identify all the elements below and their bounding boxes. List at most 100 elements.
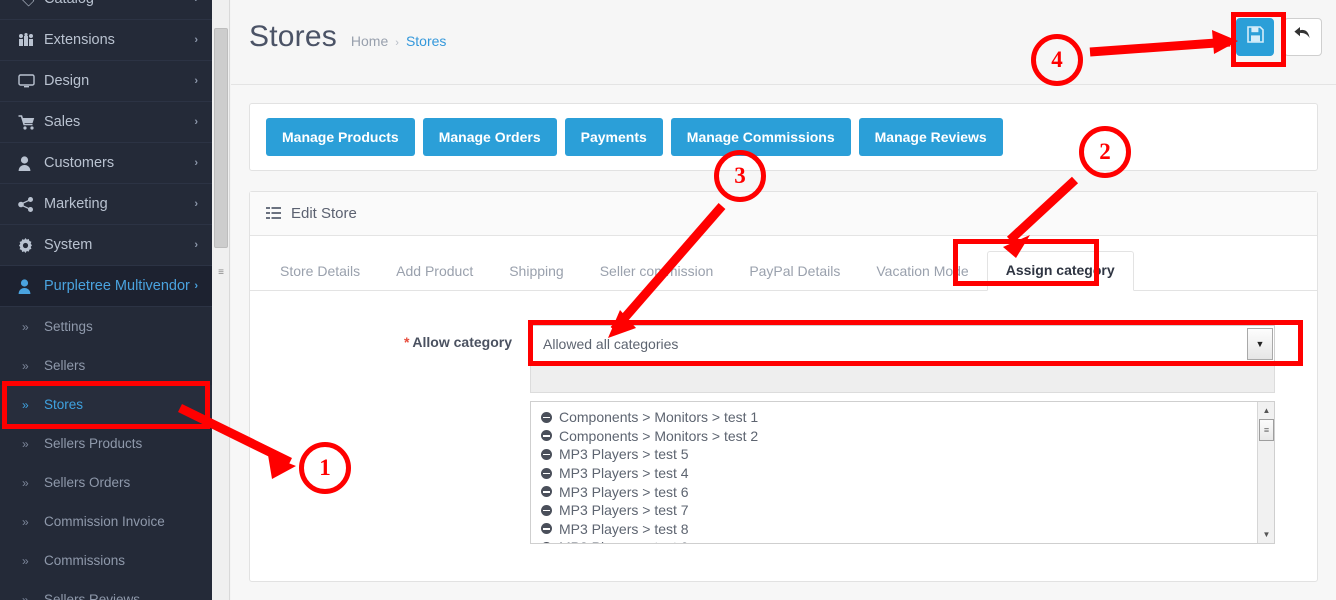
scroll-down-arrow-icon[interactable]: ▼ (1258, 527, 1274, 542)
sidebar-subitem-commissions[interactable]: » Commissions (0, 541, 212, 580)
scroll-up-arrow-icon[interactable]: ▲ (1258, 403, 1274, 418)
list-icon (266, 206, 281, 222)
sidebar-item-label: System (44, 237, 93, 253)
sidebar-subitem-label: Settings (44, 319, 93, 334)
chevron-down-icon[interactable]: ▼ (1247, 328, 1273, 360)
manage-products-button[interactable]: Manage Products (266, 118, 415, 156)
sidebar-item-label: Design (44, 73, 90, 89)
list-item[interactable]: MP3 Players > test 8 (541, 520, 1274, 539)
breadcrumb-home[interactable]: Home (351, 33, 388, 49)
sidebar-item-purpletree-multivendor[interactable]: Purpletree Multivendor › (0, 266, 212, 307)
list-item[interactable]: MP3 Players > test 9 (541, 538, 1274, 543)
page-title: Stores (249, 20, 337, 53)
list-item[interactable]: Components > Monitors > test 2 (541, 427, 1274, 446)
sidebar-item-extensions[interactable]: Extensions › (0, 20, 212, 61)
tab-add-product[interactable]: Add Product (378, 253, 491, 291)
scrollbar-grip-icon: ≡ (218, 267, 224, 278)
listbox-scrollbar-thumb[interactable]: ≡ (1259, 419, 1274, 441)
minus-circle-icon[interactable] (541, 430, 552, 442)
assigned-categories-list: Components > Monitors > test 1 Component… (531, 402, 1274, 543)
user-icon (18, 155, 44, 171)
sidebar-subitem-stores[interactable]: » Stores (0, 385, 212, 424)
sidebar-subitem-label: Commission Invoice (44, 514, 165, 529)
chevron-right-icon: › (194, 157, 198, 169)
manage-reviews-button[interactable]: Manage Reviews (858, 118, 1003, 156)
share-icon (18, 196, 44, 212)
assign-category-form: * Allow category Allowed all categories ▼ (250, 291, 1317, 581)
breadcrumb-current[interactable]: Stores (406, 33, 446, 49)
category-path: MP3 Players > test 5 (559, 446, 689, 463)
back-button[interactable] (1284, 18, 1322, 56)
page-header: Stores Home › Stores (231, 0, 1336, 85)
puzzle-icon (18, 33, 44, 47)
assigned-categories-listbox[interactable]: Components > Monitors > test 1 Component… (530, 401, 1275, 544)
manage-orders-button[interactable]: Manage Orders (422, 118, 557, 156)
minus-circle-icon[interactable] (541, 467, 552, 479)
minus-circle-icon[interactable] (541, 541, 552, 543)
sidebar-item-system[interactable]: System › (0, 225, 212, 266)
double-chevron-icon: » (22, 514, 29, 529)
tab-shipping[interactable]: Shipping (491, 253, 582, 291)
category-path: Components > Monitors > test 2 (559, 427, 759, 444)
tab-seller-commission[interactable]: Seller commission (582, 253, 732, 291)
list-item[interactable]: MP3 Players > test 5 (541, 445, 1274, 464)
sidebar-item-design[interactable]: Design › (0, 61, 212, 102)
chevron-right-icon: › (194, 34, 198, 46)
allow-category-label: * Allow category (250, 325, 530, 350)
sidebar-item-label: Customers (44, 155, 115, 171)
sidebar-item-label: Extensions (44, 32, 115, 48)
sidebar-scrollbar[interactable]: ≡ (212, 0, 230, 600)
tab-paypal-details[interactable]: PayPal Details (731, 253, 858, 291)
sidebar-item-label: Catalog (44, 0, 194, 7)
sidebar-subitem-settings[interactable]: » Settings (0, 307, 212, 346)
undo-arrow-icon (1294, 26, 1312, 48)
screenshot-root: 🏷 Catalog › Extensions › Design › (0, 0, 1336, 600)
header-actions (1236, 18, 1322, 56)
monitor-icon (18, 74, 44, 88)
minus-circle-icon[interactable] (541, 486, 552, 498)
sidebar-item-catalog[interactable]: 🏷 Catalog › (0, 0, 212, 20)
sidebar-item-label: Sales (44, 114, 81, 130)
list-item[interactable]: MP3 Players > test 6 (541, 482, 1274, 501)
sidebar-subitem-sellers-reviews[interactable]: » Sellers Reviews (0, 580, 212, 600)
category-path: MP3 Players > test 9 (559, 539, 689, 543)
sidebar-item-marketing[interactable]: Marketing › (0, 184, 212, 225)
tab-assign-category[interactable]: Assign category (986, 251, 1134, 291)
scrollbar-thumb[interactable] (214, 28, 228, 248)
minus-circle-icon[interactable] (541, 504, 552, 516)
main-content: Stores Home › Stores Manage Products Man… (231, 0, 1336, 600)
list-item[interactable]: Components > Monitors > test 1 (541, 408, 1274, 427)
sidebar-subitem-sellers[interactable]: » Sellers (0, 346, 212, 385)
listbox-scrollbar[interactable]: ▲ ≡ ▼ (1257, 402, 1274, 543)
category-path: MP3 Players > test 6 (559, 483, 689, 500)
tab-store-details[interactable]: Store Details (262, 253, 378, 291)
tab-vacation-mode[interactable]: Vacation Mode (858, 253, 986, 291)
cart-icon (18, 114, 44, 130)
minus-circle-icon[interactable] (541, 411, 552, 423)
required-asterisk: * (403, 334, 410, 350)
chevron-right-icon: › (194, 280, 198, 292)
breadcrumb: Home › Stores (351, 33, 447, 49)
chevron-right-icon: › (194, 75, 198, 87)
save-button[interactable] (1236, 18, 1274, 56)
list-item[interactable]: MP3 Players > test 7 (541, 501, 1274, 520)
chevron-right-icon: › (194, 116, 198, 128)
allow-category-select-wrapper: Allowed all categories ▼ (530, 325, 1275, 363)
sidebar-item-sales[interactable]: Sales › (0, 102, 212, 143)
sidebar-subitem-label: Sellers Products (44, 436, 143, 451)
sidebar-navigation: 🏷 Catalog › Extensions › Design › (0, 0, 212, 600)
sidebar-subitem-sellers-orders[interactable]: » Sellers Orders (0, 463, 212, 502)
minus-circle-icon[interactable] (541, 448, 552, 460)
double-chevron-icon: » (22, 358, 29, 373)
tag-icon: 🏷 (18, 0, 44, 8)
allow-category-select[interactable]: Allowed all categories (530, 325, 1275, 363)
sidebar-item-customers[interactable]: Customers › (0, 143, 212, 184)
sidebar-subitem-sellers-products[interactable]: » Sellers Products (0, 424, 212, 463)
minus-circle-icon[interactable] (541, 523, 552, 535)
manage-commissions-button[interactable]: Manage Commissions (670, 118, 851, 156)
sidebar-subitem-label: Sellers (44, 358, 86, 373)
payments-button[interactable]: Payments (564, 118, 663, 156)
chevron-right-icon: › (194, 239, 198, 251)
sidebar-subitem-commission-invoice[interactable]: » Commission Invoice (0, 502, 212, 541)
list-item[interactable]: MP3 Players > test 4 (541, 464, 1274, 483)
